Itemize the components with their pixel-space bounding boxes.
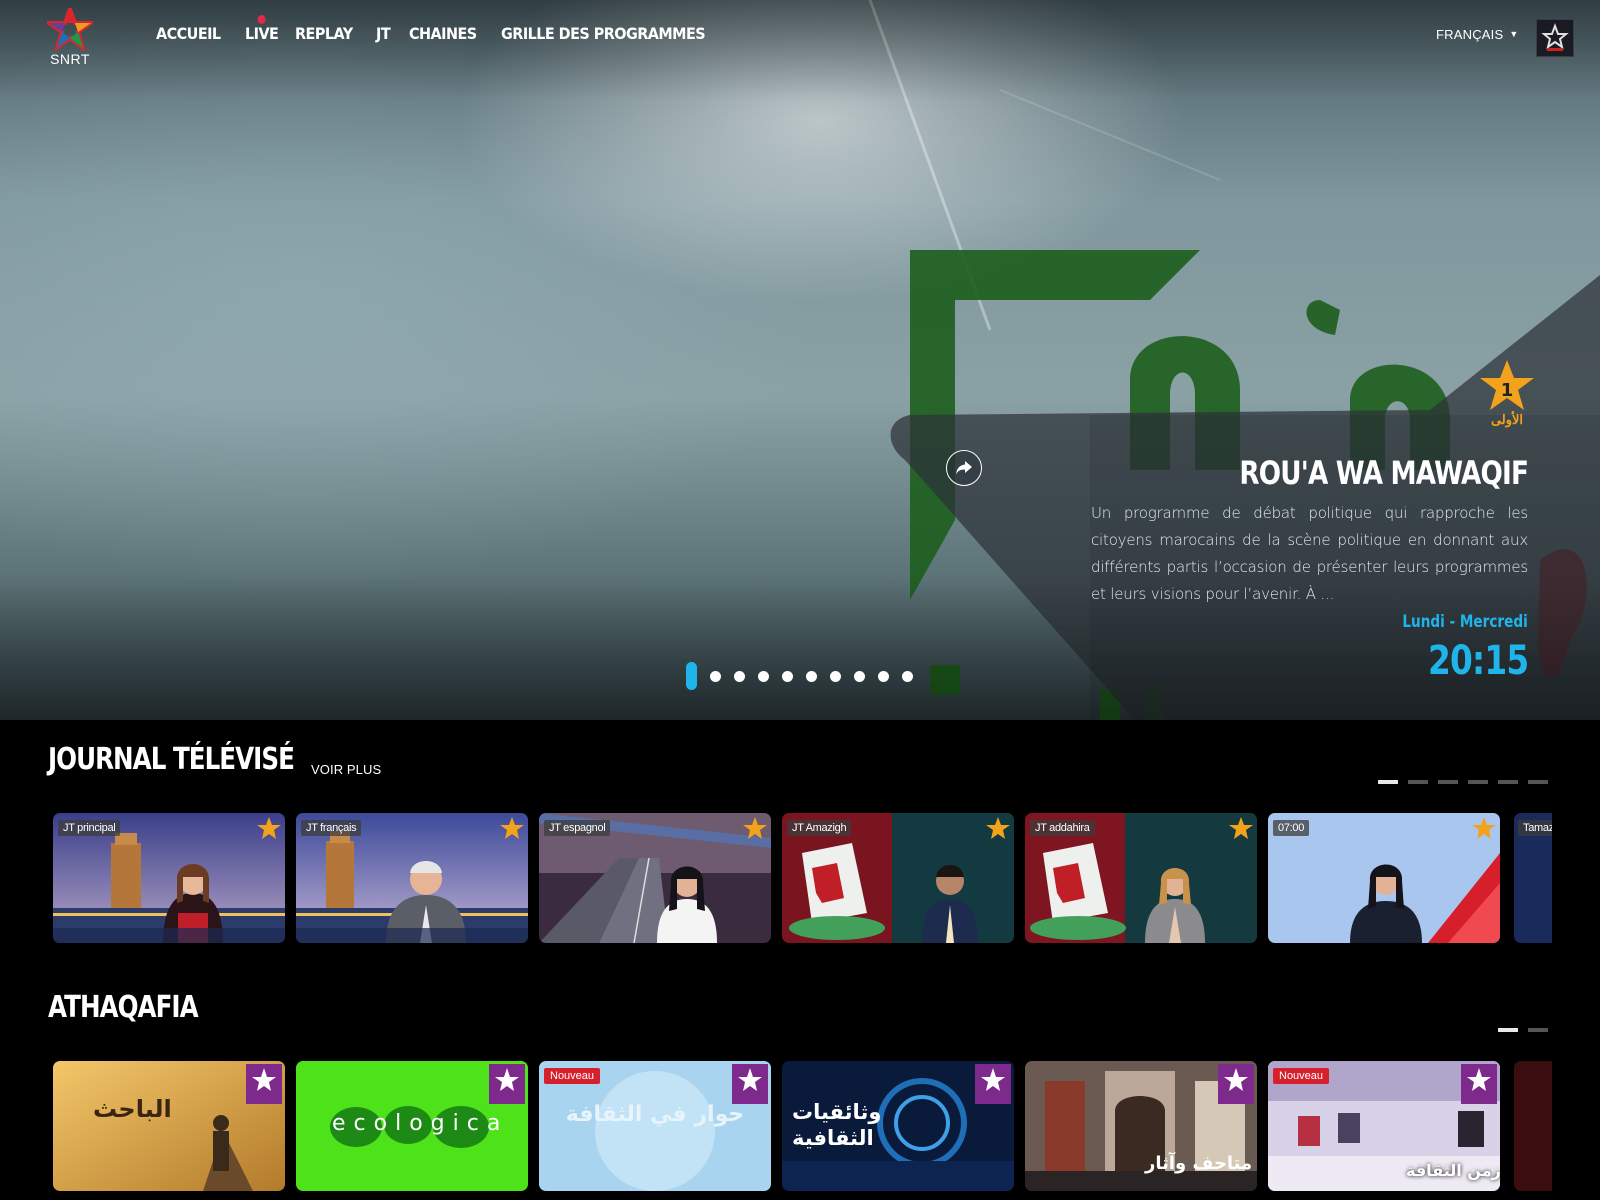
al-aoula-badge-icon [500,817,524,839]
card-tag: 07:00 [1273,820,1310,836]
athaqafia-badge-icon [489,1064,525,1104]
svg-text:1: 1 [1501,380,1514,401]
athaqafia-cards: الباحث ecologica Nouveau حوار في الثقافة [53,1061,1511,1191]
carousel-dots [686,662,926,690]
show-time: 20:15 [1427,638,1529,684]
section-journal-televise: JOURNAL TÉLÉVISÉ VOIR PLUS JT principal [0,720,1600,960]
card-title: متاحف وآثار [1145,1153,1253,1174]
pager-indicator[interactable] [1528,780,1548,784]
nav-jt[interactable]: JT [376,24,391,43]
al-aoula-badge-icon [743,817,767,839]
ath-card-matahif[interactable]: متاحف وآثار [1025,1061,1257,1191]
pager-indicator[interactable] [1438,780,1458,784]
show-title: ROU'A WA MAWAQIF [1239,454,1529,492]
nav-live[interactable]: LIVE [244,15,279,43]
main-nav: ACCUEIL LIVE REPLAY JT CHAINES GRILLE DE… [156,15,744,43]
jt-card-amazigh[interactable]: JT Amazigh [782,813,1014,943]
pager-indicator[interactable] [1498,780,1518,784]
ath-card-wathaiqiyat[interactable]: وثائقيات الثقافية [782,1061,1014,1191]
carousel-dot[interactable] [686,662,697,690]
card-tag: JT espagnol [544,820,611,836]
card-title: حوار في الثقافة [565,1102,745,1127]
al-aoula-badge-icon [1472,817,1496,839]
jt-card-peek[interactable]: Tamazi [1514,813,1552,943]
profile-star-icon [1541,23,1569,51]
carousel-dot[interactable] [758,670,769,682]
snrt-star-icon [47,8,93,50]
carousel-dot[interactable] [710,670,721,682]
journal-pager [1368,780,1548,784]
section-title-journal: JOURNAL TÉLÉVISÉ [48,742,295,777]
athaqafia-badge-icon [732,1064,768,1104]
carousel-dot[interactable] [902,670,913,682]
nav-live-label: LIVE [244,24,279,43]
card-title: ecologica [332,1111,509,1136]
card-tag: JT Amazigh [787,820,852,836]
carousel-dot[interactable] [782,670,793,682]
ath-card-peek[interactable] [1514,1061,1552,1191]
top-navigation: SNRT ACCUEIL LIVE REPLAY JT CHAINES GRIL… [0,0,1600,80]
new-badge: Nouveau [544,1068,601,1084]
live-indicator-dot [257,15,266,24]
carousel-dot[interactable] [854,670,865,682]
voir-plus-link[interactable]: VOIR PLUS [311,762,381,777]
carousel-dot[interactable] [734,670,745,682]
jt-card-espagnol[interactable]: JT espagnol [539,813,771,943]
card-tag: JT français [301,820,362,836]
section-athaqafia: ATHAQAFIA الباحث ecologica Nouveau حوار … [0,968,1600,1200]
share-button[interactable] [946,450,982,486]
jt-card-principal[interactable]: JT principal [53,813,285,943]
pager-indicator[interactable] [1528,1028,1548,1032]
ath-card-hiwar[interactable]: Nouveau حوار في الثقافة [539,1061,771,1191]
athaqafia-badge-icon [1461,1064,1497,1104]
language-selector[interactable]: FRANÇAIS ▼ [1436,27,1518,42]
caret-down-icon: ▼ [1509,29,1519,39]
share-arrow-icon [956,461,972,475]
jt-card-francais[interactable]: JT français [296,813,528,943]
jt-card-0700[interactable]: 07:00 [1268,813,1500,943]
carousel-dot[interactable] [830,670,841,682]
show-days: Lundi - Mercredi [1402,612,1528,632]
hero-vignette [0,0,1600,720]
card-tag: Tamazi [1518,820,1552,836]
carousel-dot[interactable] [806,670,817,682]
al-aoula-badge-icon [1229,817,1253,839]
snrt-logo[interactable]: SNRT [44,8,96,70]
nav-grille-des-programmes[interactable]: GRILLE DES PROGRAMMES [501,24,706,43]
card-title: وثائقيات الثقافية [792,1100,882,1150]
language-label: FRANÇAIS [1436,27,1504,42]
card-tag: JT principal [58,820,121,836]
logo-text: SNRT [50,51,90,67]
card-tag: JT addahira [1030,820,1095,836]
ath-card-albahith[interactable]: الباحث [53,1061,285,1191]
al-aoula-badge-icon [257,817,281,839]
nav-replay[interactable]: REPLAY [295,24,353,43]
athaqafia-badge-icon [1218,1064,1254,1104]
athaqafia-badge-icon [975,1064,1011,1104]
nav-accueil[interactable]: ACCUEIL [156,24,221,43]
channel-logo-al-aoula: 1 الأولى [1476,358,1538,430]
athaqafia-pager [1488,1028,1548,1032]
ath-card-ecologica[interactable]: ecologica [296,1061,528,1191]
new-badge: Nouveau [1273,1068,1330,1084]
jt-card-addahira[interactable]: JT addahira [1025,813,1257,943]
hero-banner[interactable]: SNRT ACCUEIL LIVE REPLAY JT CHAINES GRIL… [0,0,1600,720]
user-avatar[interactable] [1536,19,1574,57]
card-title: زمن الثقافة [1406,1161,1500,1180]
card-title: الباحث [93,1095,172,1123]
channel-logo-text: الأولى [1490,412,1524,427]
al-aoula-badge-icon [986,817,1010,839]
section-title-athaqafia: ATHAQAFIA [48,990,199,1025]
carousel-dot[interactable] [878,670,889,682]
pager-indicator[interactable] [1378,780,1398,784]
nav-chaines[interactable]: CHAINES [409,24,477,43]
ath-card-zaman[interactable]: Nouveau زمن الثقافة [1268,1061,1500,1191]
show-description: Un programme de débat politique qui rapp… [1091,504,1528,603]
pager-indicator[interactable] [1498,1028,1518,1032]
pager-indicator[interactable] [1408,780,1428,784]
pager-indicator[interactable] [1468,780,1488,784]
athaqafia-badge-icon [246,1064,282,1104]
journal-cards: JT principal JT français JT espagnol JT … [53,813,1511,943]
